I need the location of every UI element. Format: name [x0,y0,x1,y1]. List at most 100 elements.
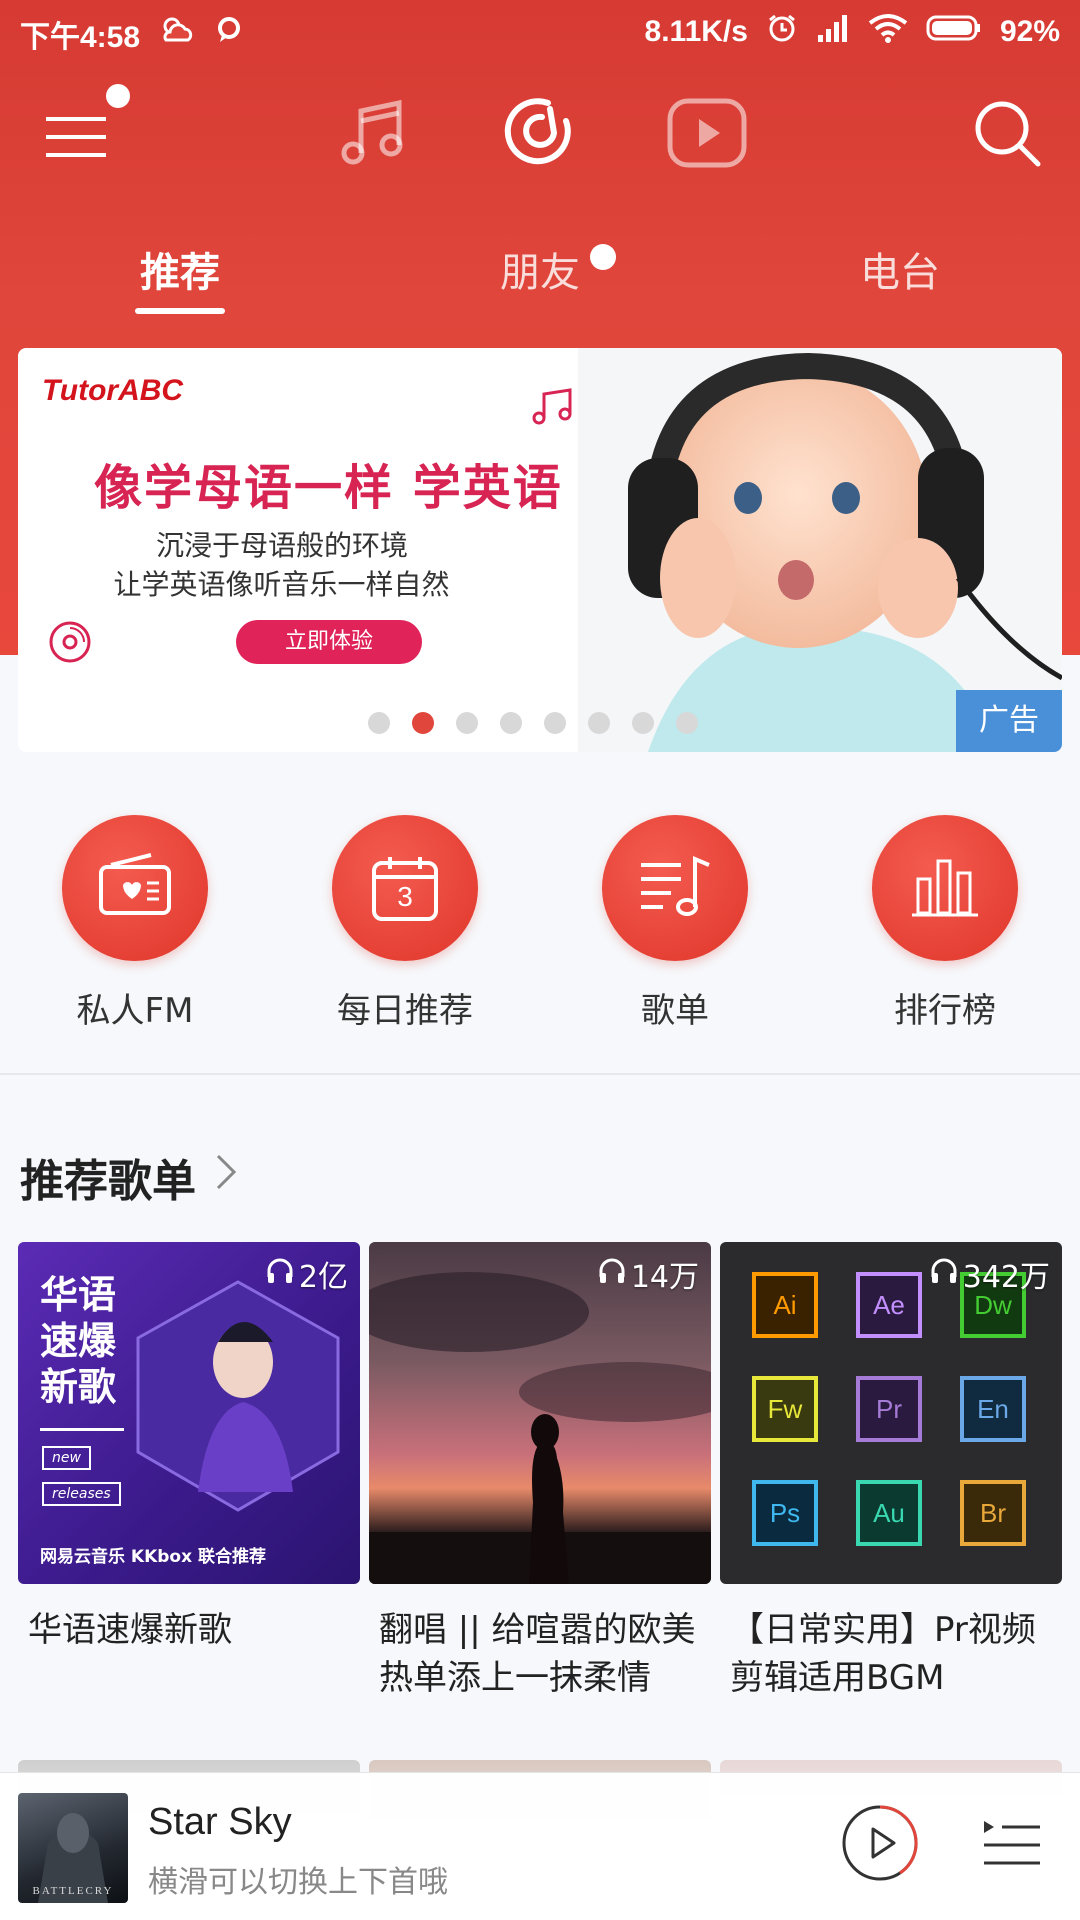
playlist-title-line: 翻唱 || 给喧嚣的欧美 [379,1610,696,1650]
page-dot [500,712,522,734]
wifi-icon [868,13,908,51]
playlist-title-line: 【日常实用】Pr视频 [730,1610,1036,1650]
nav-my-music-button[interactable] [318,80,428,190]
daily-recommend-label: 每日推荐 [337,991,473,1031]
tab-friends[interactable]: 朋友 [420,240,660,298]
playlist-card[interactable]: 14万 翻唱 || 给喧嚣的欧美 热单添上一抹柔情 [369,1242,711,1702]
active-tab-indicator [135,308,225,314]
playlist-queue-button[interactable] [980,1817,1044,1873]
album-art-caption: BATTLECRY [32,1885,114,1897]
music-note-icon [333,93,413,177]
play-count-value: 342万 [962,1260,1050,1295]
banner-subtitle-1: 沉浸于母语般的环境 [155,529,408,562]
mini-player[interactable]: BATTLECRY Star Sky 横滑可以切换上下首哦 [0,1772,1080,1920]
song-title: Star Sky [148,1801,292,1843]
album-art: BATTLECRY [18,1793,128,1903]
nav-discover-button[interactable] [485,80,595,190]
section-title-text: 推荐歌单 [20,1156,196,1207]
playlist-card[interactable]: Ai Ae Dw Fw Pr En Ps Au Br 342万 【日常实用】Pr… [720,1242,1062,1702]
shortcut-charts[interactable]: 排行榜 [845,815,1045,1032]
personal-fm-button[interactable] [62,815,208,961]
tab-recommend[interactable]: 推荐 [60,240,300,298]
swipe-hint: 横滑可以切换上下首哦 [148,1865,448,1900]
cover-tag-releases: releases [42,1482,121,1506]
playlists-button[interactable] [602,815,748,961]
status-bar: 下午4:58 8.11K/s 92% [0,0,1080,62]
recommended-playlists-header[interactable]: 推荐歌单 [20,1145,240,1209]
page-dot-active [412,712,434,734]
playlist-title: 翻唱 || 给喧嚣的欧美 热单添上一抹柔情 [369,1606,711,1702]
tile-ai: Ai [752,1272,818,1338]
adobe-tile-grid: Ai Ae Dw Fw Pr En Ps Au Br [742,1262,1052,1572]
cover-tag-new: new [42,1446,91,1470]
cover-text-line: 新歌 [40,1365,117,1409]
shortcut-daily[interactable]: 3 每日推荐 [305,815,505,1032]
page-dot [368,712,390,734]
playlist-title-line: 热单添上一抹柔情 [379,1658,651,1698]
tile-au: Au [856,1480,922,1546]
friends-notification-dot [590,244,616,270]
page-dot [632,712,654,734]
page-dot [456,712,478,734]
shortcut-personal-fm[interactable]: 私人FM [35,815,235,1032]
top-navigation [0,80,1080,200]
daily-recommend-button[interactable]: 3 [332,815,478,961]
cover-rule [40,1428,124,1431]
play-count: 14万 [597,1252,699,1296]
battery-percent: 92% [999,15,1060,48]
radio-heart-icon [95,851,175,925]
playlist-title: 华语速爆新歌 [28,1610,232,1650]
alarm-icon [766,12,798,52]
tab-radio[interactable]: 电台 [780,240,1020,298]
banner-brand: TutorABC [42,374,184,407]
playlist-cover: 华语 速爆 新歌 new releases 网易云音乐 KKbox 联合推荐 2… [18,1242,360,1584]
tile-ps: Ps [752,1480,818,1546]
playlists-label: 歌单 [641,991,709,1031]
shortcut-row: 私人FM 3 每日推荐 歌单 排行榜 [0,815,1080,1035]
play-circle-icon [842,1805,918,1881]
shortcut-playlists[interactable]: 歌单 [575,815,775,1032]
headphones-icon [929,1255,959,1293]
status-time: 下午4:58 [20,21,141,54]
page-dot [676,712,698,734]
chevron-right-icon [212,1150,240,1205]
tile-en: En [960,1376,1026,1442]
banner-headline: 像学母语一样 学英语 [94,460,563,516]
playlist-title: 【日常实用】Pr视频 剪辑适用BGM [720,1606,1062,1702]
banner-page-indicator [368,712,698,734]
search-button[interactable] [952,80,1062,190]
banner-music-note-icon [530,386,576,430]
banner-cta-button[interactable]: 立即体验 [236,620,422,664]
ad-banner[interactable]: TutorABC 像学母语一样 学英语 沉浸于母语般的环境 让学英语像听音乐一样… [18,348,1062,752]
menu-button[interactable] [22,80,132,190]
message-icon [214,15,244,53]
section-divider [0,1073,1080,1075]
banner-disc-icon [48,620,92,668]
video-icon [664,95,750,175]
calendar-icon: 3 [370,853,440,923]
netease-logo-icon [500,93,580,177]
playlist-cover: 14万 [369,1242,711,1584]
tile-fw: Fw [752,1376,818,1442]
play-button[interactable] [840,1803,920,1883]
charts-label: 排行榜 [894,991,996,1031]
play-count: 342万 [929,1252,1050,1296]
queue-list-icon [984,1821,1040,1865]
personal-fm-label: 私人FM [76,991,194,1031]
nav-video-button[interactable] [652,80,762,190]
headphones-icon [265,1255,295,1293]
page-dot [544,712,566,734]
cover-text-line: 速爆 [40,1319,117,1363]
search-icon [970,96,1044,174]
play-count: 2亿 [265,1252,348,1296]
charts-button[interactable] [872,815,1018,961]
calendar-day: 3 [397,881,413,912]
playlist-icon [635,851,715,925]
menu-notification-dot [106,84,130,108]
network-speed: 8.11K/s [644,15,748,48]
playlist-card[interactable]: 华语 速爆 新歌 new releases 网易云音乐 KKbox 联合推荐 2… [18,1242,360,1654]
play-count-value: 14万 [630,1260,699,1295]
banner-subtitle-2: 让学英语像听音乐一样自然 [113,568,450,601]
weather-icon [158,14,196,54]
ad-label: 广告 [956,690,1062,752]
